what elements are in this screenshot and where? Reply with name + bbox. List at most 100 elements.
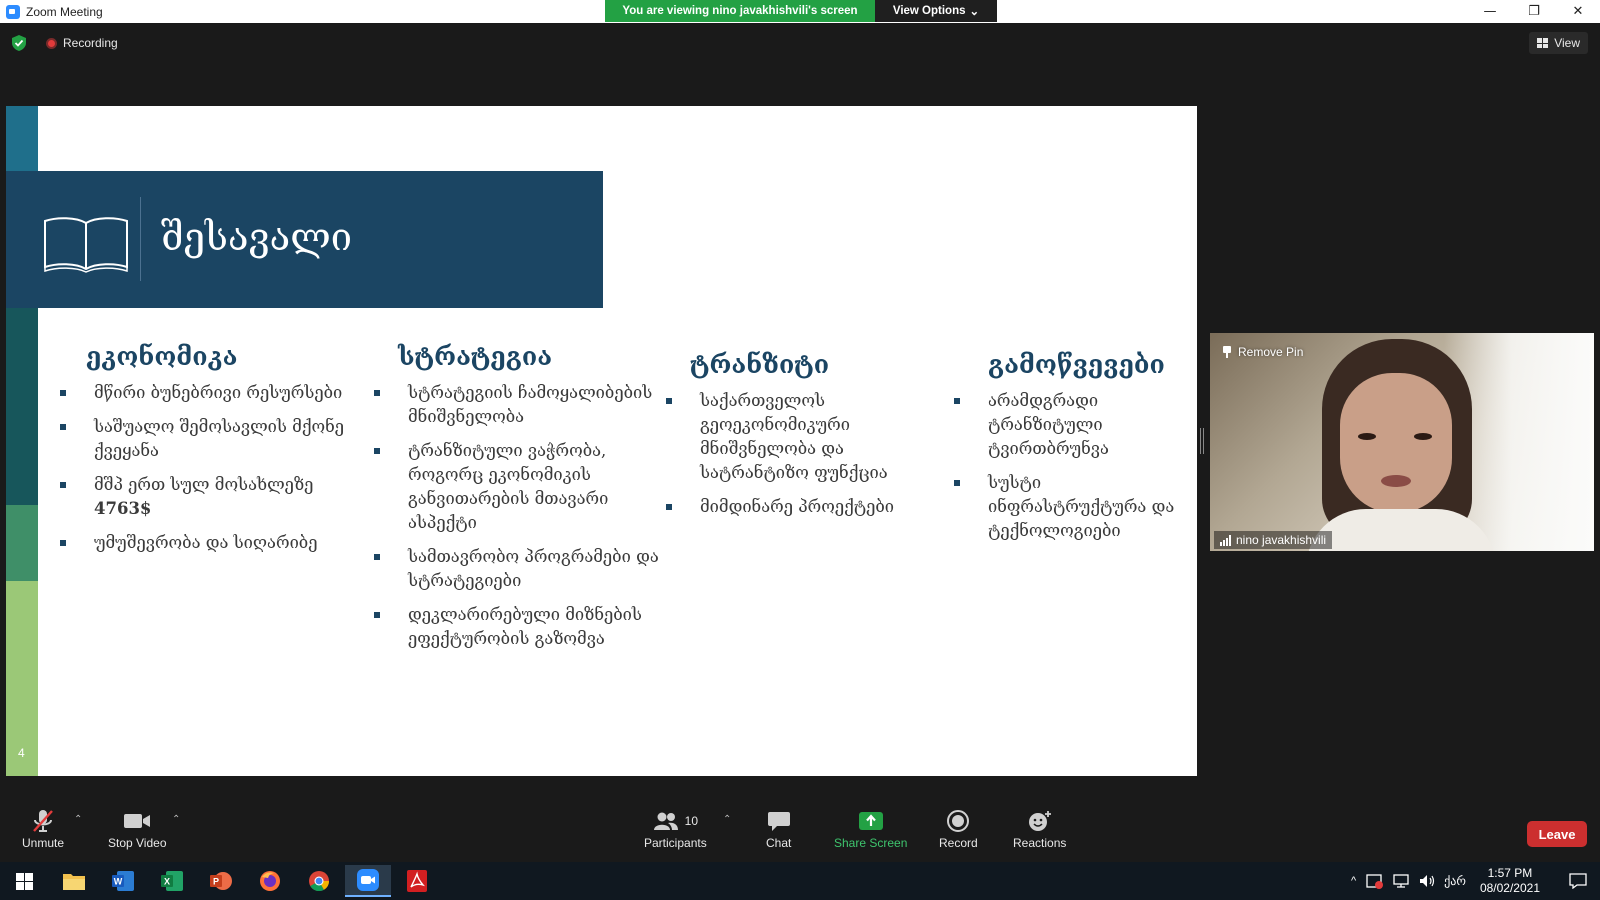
participants-count: 10 [684,814,699,828]
participants-label: Participants [644,836,707,850]
column-strategy: სტრატეგია სტრატეგიის ჩამოყალიბების მნიშვ… [374,342,670,661]
audio-options-caret-icon[interactable]: ⌃ [74,814,82,825]
chrome-icon [309,871,330,892]
reactions-button[interactable]: Reactions [1013,806,1066,850]
chevron-down-icon: ⌄ [969,6,980,18]
window-title: Zoom Meeting [26,4,103,19]
column-heading: ეკონომიკა [86,342,238,371]
remove-pin-button[interactable]: Remove Pin [1222,345,1303,359]
microphone-muted-icon [33,810,53,832]
taskbar-acrobat[interactable] [394,865,440,897]
gdp-value: 4763$ [94,499,152,518]
clock-date: 08/02/2021 [1479,881,1540,895]
unmute-button[interactable]: Unmute [22,806,64,850]
panel-resize-handle[interactable] [1200,428,1204,454]
close-button[interactable]: ✕ [1556,0,1600,23]
column-transit: ტრანზიტი საქართველოს გეოეკონომიკური მნიშ… [666,350,940,529]
svg-text:P: P [213,877,219,887]
unmute-label: Unmute [22,836,65,850]
title-bar: Zoom Meeting You are viewing nino javakh… [0,0,1600,23]
excel-icon: X [161,871,183,891]
reactions-smiley-icon [1028,811,1051,831]
pin-icon [1222,346,1232,358]
participants-options-caret-icon[interactable]: ⌃ [723,814,731,825]
view-label: View [1554,36,1580,50]
participant-name: nino javakhishvili [1236,533,1327,547]
video-person-eye [1414,433,1432,440]
list-item: საქართველოს გეოეკონომიკური მნიშვნელობა დ… [666,389,940,485]
video-options-caret-icon[interactable]: ⌃ [172,814,180,825]
taskbar-powerpoint[interactable]: P [198,865,244,897]
list-item: დეკლარირებული მიზნების ეფექტურობის გაზომ… [374,603,670,651]
view-button[interactable]: View [1529,32,1588,54]
list-item-text: მშპ ერთ სულ მოსახლეზე [94,475,314,494]
participants-icon [653,812,678,830]
meeting-toolbar: Unmute ⌃ Stop Video ⌃ 10 Participants ⌃ … [0,800,1600,862]
slide-title: შესავალი [161,215,352,259]
powerpoint-icon: P [210,872,232,890]
taskbar-excel[interactable]: X [149,865,195,897]
slide-accent-bar-green [6,505,38,581]
window-controls: — ❐ ✕ [1468,0,1600,23]
clock-time: 1:57 PM [1487,866,1533,880]
column-heading: სტრატეგია [398,342,553,371]
view-options-button[interactable]: View Options ⌄ [875,0,997,22]
taskbar-word[interactable]: W [100,865,146,897]
input-language[interactable]: ქარ [1444,874,1466,888]
restore-icon: ❐ [1528,4,1540,19]
minimize-icon: — [1483,4,1497,19]
viewing-screen-text: You are viewing nino javakhishvili's scr… [622,5,858,17]
zoom-icon [357,869,379,891]
shield-check-icon[interactable] [12,35,26,51]
list-item: მიმდინარე პროექტები [666,495,940,519]
record-label: Record [939,836,978,850]
tray-expand-icon[interactable]: ^ [1351,875,1356,887]
list-item: სამთავრობო პროგრამები და სტრატეგიები [374,545,670,593]
taskbar-clock[interactable]: 1:57 PM 08/02/2021 [1480,866,1540,896]
share-screen-button[interactable]: Share Screen [834,806,907,850]
open-book-icon [44,217,128,273]
taskbar-zoom[interactable] [345,865,391,897]
participant-name-tag: nino javakhishvili [1214,531,1333,549]
stop-video-button[interactable]: Stop Video [108,806,167,850]
notifications-button[interactable] [1556,862,1600,900]
slide-title-box: შესავალი [6,171,603,308]
chat-label: Chat [766,836,792,850]
folder-icon [63,874,85,890]
participants-button[interactable]: 10 Participants [644,806,707,850]
share-screen-label: Share Screen [834,836,908,850]
grid-icon [1537,38,1549,48]
participant-video-tile[interactable]: Remove Pin nino javakhishvili [1210,333,1594,551]
notification-speech-icon [1569,873,1587,889]
column-heading: ტრანზიტი [690,350,830,379]
taskbar-firefox[interactable] [247,865,293,897]
volume-icon[interactable] [1418,873,1436,889]
chat-button[interactable]: Chat [766,806,791,850]
slide-number: 4 [18,746,25,760]
start-button[interactable] [0,862,48,900]
recording-dot-icon [46,37,57,49]
record-button[interactable]: Record [939,806,978,850]
taskbar-chrome[interactable] [296,865,342,897]
slide-accent-bar-dark [6,308,38,505]
title-divider [140,197,141,281]
viewing-screen-banner: You are viewing nino javakhishvili's scr… [605,0,875,22]
meeting-top-strip: Recording View [0,23,1600,63]
security-alert-icon[interactable] [1366,873,1384,889]
leave-button[interactable]: Leave [1527,821,1587,847]
column-challenges: გამოწვევები არამდგრადი ტრანზიტული ტვირთბ… [954,350,1188,553]
windows-logo-icon [15,872,33,890]
restore-button[interactable]: ❐ [1512,0,1556,23]
recording-indicator[interactable]: Recording [46,36,118,50]
acrobat-icon [407,870,427,892]
taskbar-file-explorer[interactable] [51,865,97,897]
column-economy: ეკონომიკა მწირი ბუნებრივი რესურსები საშუ… [60,342,351,565]
list-item: საშუალო შემოსავლის მქონე ქვეყანა [60,415,351,463]
signal-strength-icon [1220,534,1231,546]
minimize-button[interactable]: — [1468,0,1512,23]
remove-pin-label: Remove Pin [1238,345,1304,359]
network-icon[interactable] [1392,873,1410,889]
list-item: მწირი ბუნებრივი რესურსები [60,381,351,405]
view-options-label: View Options [892,5,966,17]
word-icon: W [112,871,134,891]
